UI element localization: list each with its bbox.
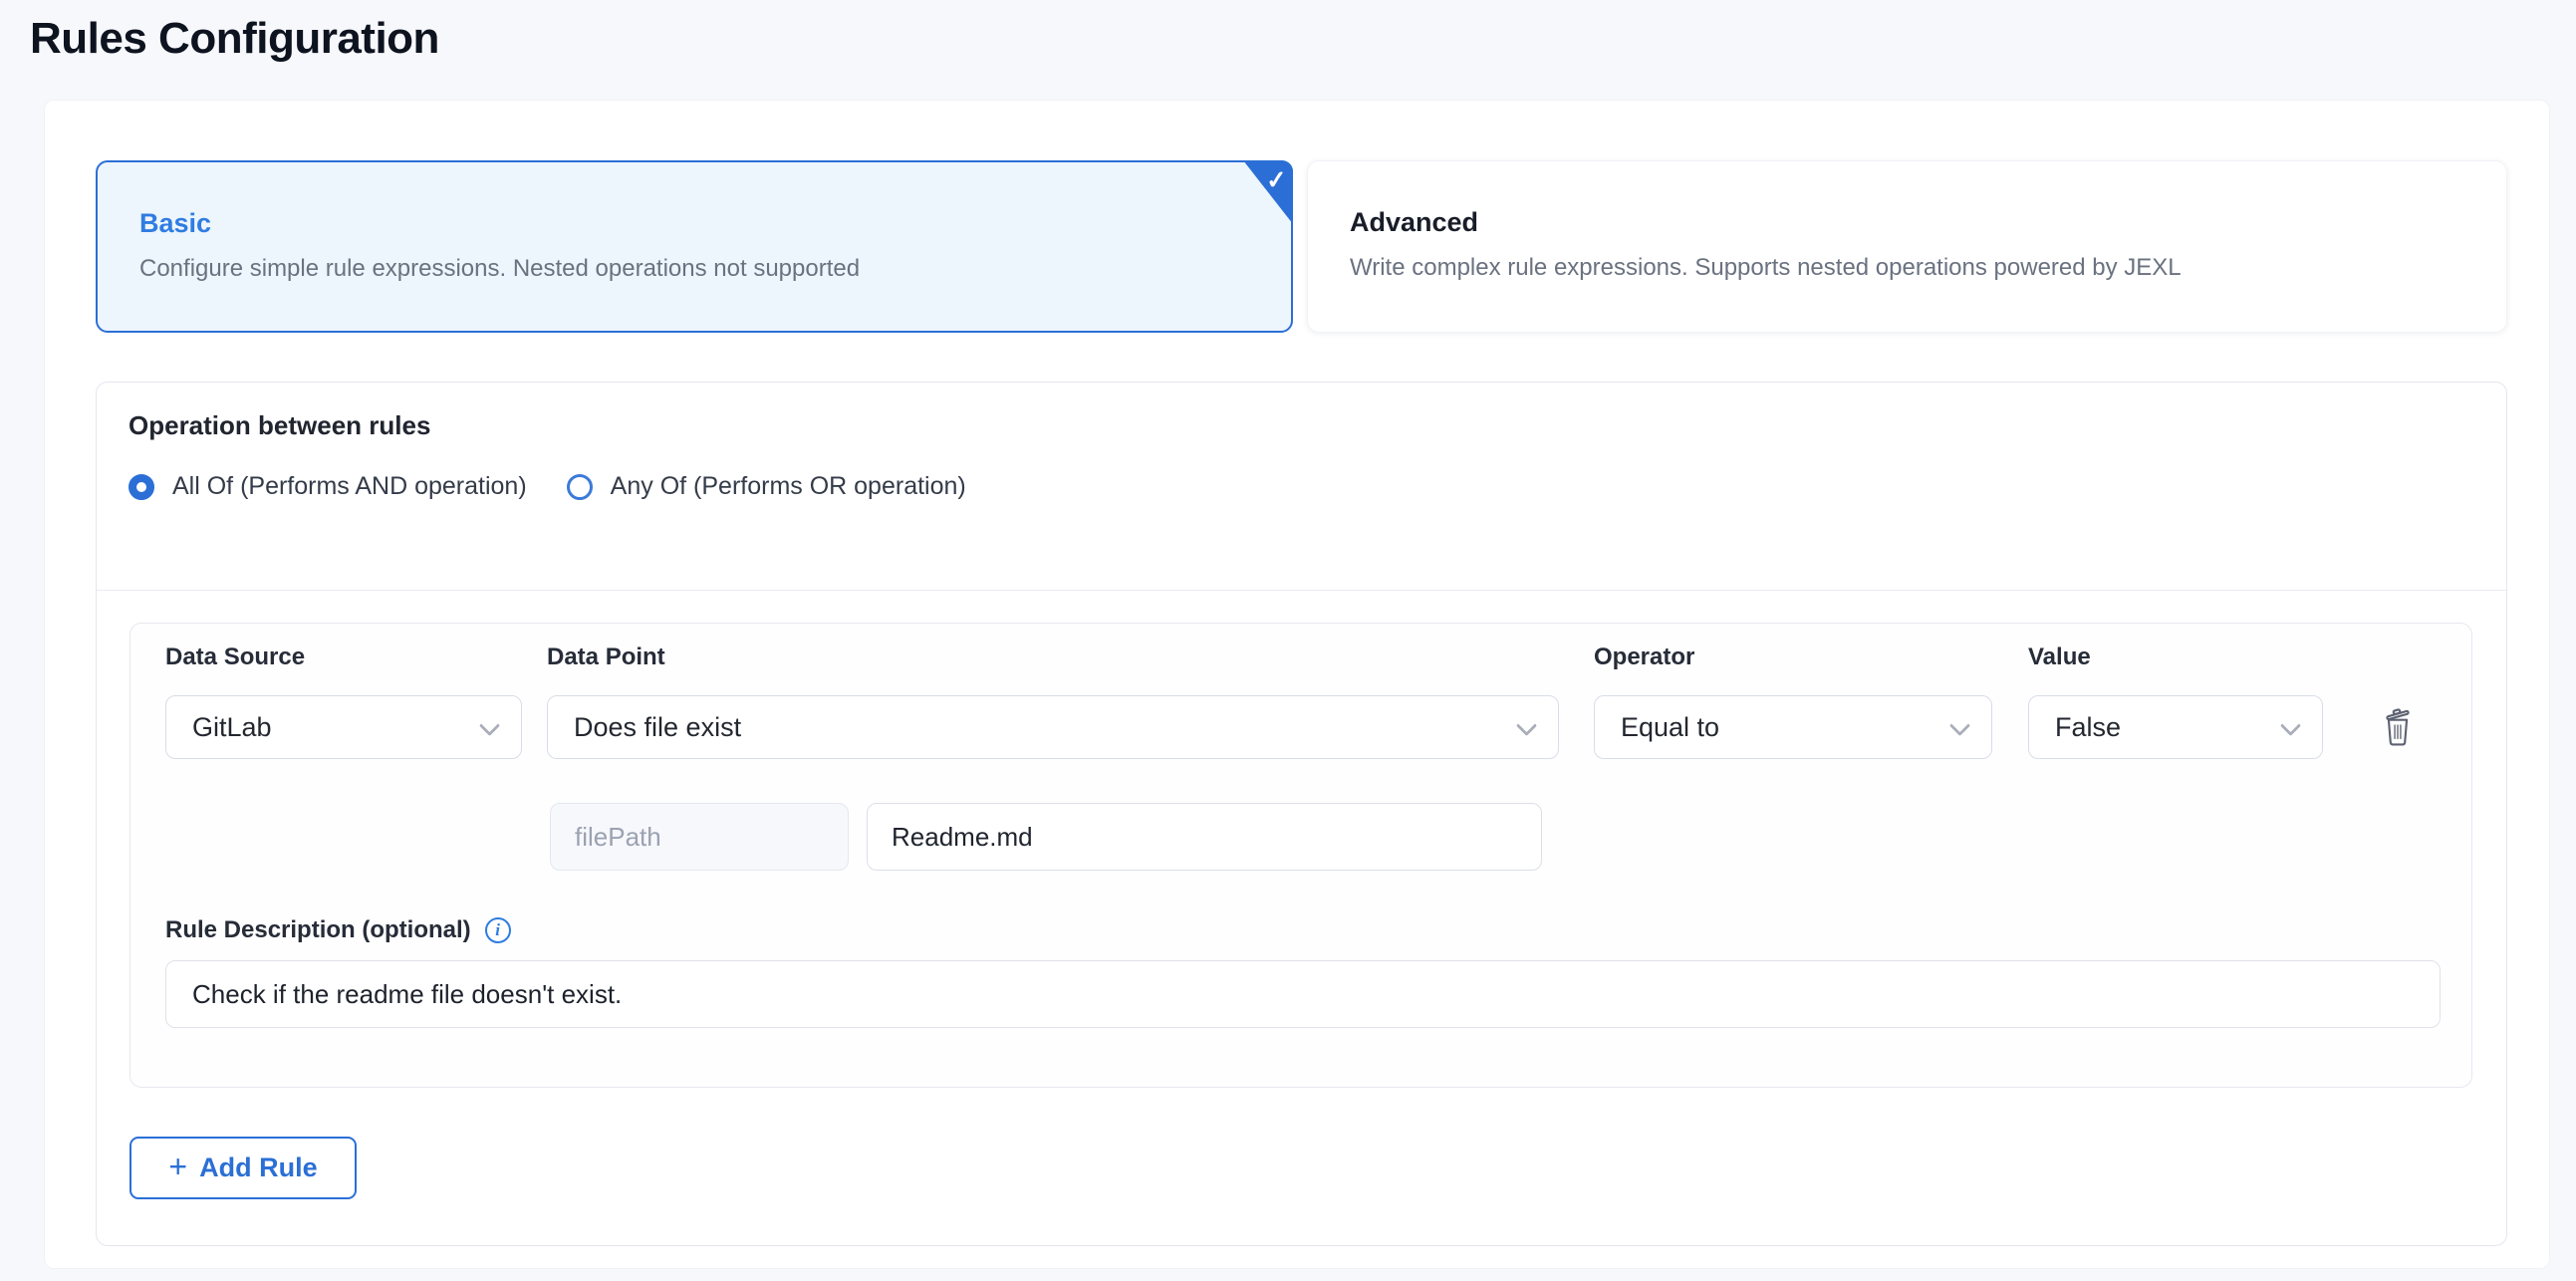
rule-description-label: Rule Description (optional) [165,916,471,944]
data-source-select[interactable]: GitLab [165,695,522,759]
file-path-value-input[interactable] [867,803,1542,871]
operation-between-rules-label: Operation between rules [129,410,430,441]
data-source-label: Data Source [165,643,305,671]
radio-selected-icon[interactable] [129,474,154,500]
advanced-mode-title: Advanced [1350,207,2506,238]
advanced-mode-description: Write complex rule expressions. Supports… [1350,254,2506,282]
data-point-label: Data Point [547,643,665,671]
mode-card-basic[interactable]: ✓ Basic Configure simple rule expression… [96,160,1293,333]
rule-card: Data Source Data Point Operator Value Gi… [129,623,2472,1088]
operator-select[interactable]: Equal to [1594,695,1992,759]
radio-label-all-of: All Of (Performs AND operation) [172,472,527,501]
check-icon: ✓ [1265,164,1288,195]
radio-option-all-of[interactable]: All Of (Performs AND operation) [129,472,527,501]
value-selected-value: False [2055,712,2121,743]
radio-label-any-of: Any Of (Performs OR operation) [611,472,966,501]
info-icon[interactable]: i [485,917,511,943]
rules-configuration-panel: ✓ Basic Configure simple rule expression… [44,100,2550,1269]
plus-icon: + [168,1149,187,1185]
basic-mode-description: Configure simple rule expressions. Neste… [139,255,1291,283]
chevron-down-icon [1518,718,1534,734]
radio-unselected-icon[interactable] [567,474,593,500]
operator-label: Operator [1594,643,1694,671]
data-point-select[interactable]: Does file exist [547,695,1559,759]
section-divider [97,590,2506,591]
basic-mode-title: Basic [139,208,1291,239]
radio-option-any-of[interactable]: Any Of (Performs OR operation) [567,472,966,501]
delete-rule-button[interactable] [2370,697,2426,757]
value-label: Value [2028,643,2091,671]
rule-description-input[interactable] [165,960,2441,1028]
chevron-down-icon [1951,718,1967,734]
rule-parameters-row [130,803,2471,873]
data-source-selected-value: GitLab [192,712,272,743]
rule-description-label-row: Rule Description (optional) i [165,916,511,944]
trash-icon [2382,706,2414,748]
operator-selected-value: Equal to [1621,712,1719,743]
value-select[interactable]: False [2028,695,2323,759]
add-rule-button[interactable]: + Add Rule [129,1137,357,1199]
mode-card-advanced[interactable]: Advanced Write complex rule expressions.… [1307,160,2507,333]
file-path-key-input[interactable] [550,803,849,871]
page-title: Rules Configuration [30,14,439,64]
rules-section: Operation between rules All Of (Performs… [96,382,2507,1246]
chevron-down-icon [2282,718,2298,734]
chevron-down-icon [481,718,497,734]
operation-radio-group: All Of (Performs AND operation) Any Of (… [129,472,966,501]
add-rule-button-label: Add Rule [199,1153,318,1183]
data-point-selected-value: Does file exist [574,712,741,743]
